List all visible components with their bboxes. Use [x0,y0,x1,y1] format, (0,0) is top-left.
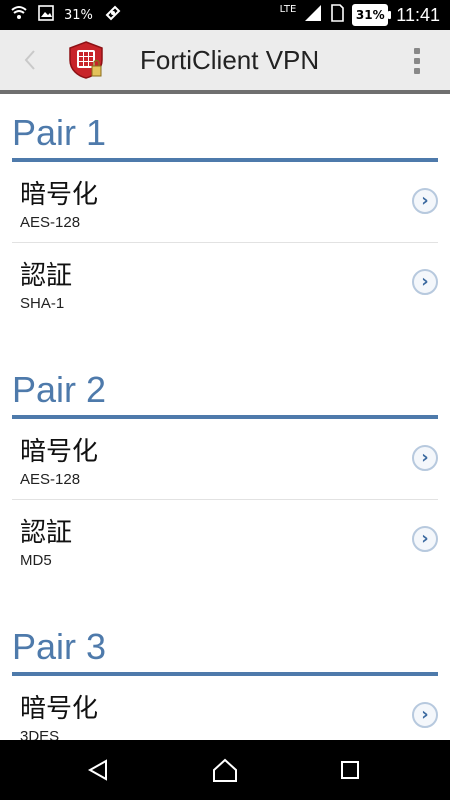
row-label: 認証 [20,261,73,291]
navigation-bar [0,740,450,800]
battery-percent-text: 31% [64,7,93,23]
status-left: 31% [10,0,123,30]
wifi-calling-icon [10,4,28,26]
row-value: 3DES [20,728,60,740]
recents-square-icon[interactable] [320,740,380,800]
back-triangle-icon[interactable] [68,740,128,800]
overflow-dot [414,58,420,64]
home-icon[interactable] [195,740,255,800]
row-label: 認証 [20,518,73,548]
row-authentication[interactable]: 認証 SHA-1 › [12,243,438,323]
chevron-left-icon[interactable] [20,45,40,75]
clock: 11:41 [396,4,440,25]
sync-icon [103,3,123,27]
overflow-menu-icon[interactable] [414,48,422,74]
status-bar: 31% LTE 31% 11:41 [0,0,450,30]
chevron-right-icon[interactable]: › [412,702,438,728]
section-title: Pair 2 [12,369,107,410]
app-bar: FortiClient VPN [0,30,450,90]
chevron-right-icon[interactable]: › [412,526,438,552]
overflow-dot [414,48,420,54]
sim-icon [330,4,345,26]
chevron-right-icon[interactable]: › [412,269,438,295]
section-pair-1: Pair 1 暗号化 AES-128 › 認証 SHA-1 › [12,94,438,323]
row-value: SHA-1 [20,295,65,312]
image-icon [38,5,54,25]
section-pair-3: Pair 3 暗号化 3DES › [12,608,438,740]
row-label: 暗号化 [20,180,99,210]
row-value: AES-128 [20,214,81,231]
network-type: LTE [279,3,297,15]
row-value: AES-128 [20,471,81,488]
row-label: 暗号化 [20,694,99,724]
settings-list[interactable]: Pair 1 暗号化 AES-128 › 認証 SHA-1 › Pair 2 暗… [0,94,450,740]
section-header: Pair 1 [12,94,438,162]
row-encryption[interactable]: 暗号化 3DES › [12,676,438,740]
app-title: FortiClient VPN [140,45,320,75]
section-header: Pair 3 [12,608,438,676]
row-encryption[interactable]: 暗号化 AES-128 › [12,419,438,500]
battery-icon: 31% [352,4,392,26]
row-label: 暗号化 [20,437,99,467]
overflow-dot [414,68,420,74]
row-authentication[interactable]: 認証 MD5 › [12,500,438,580]
section-title: Pair 1 [12,112,107,153]
chevron-right-icon[interactable]: › [412,445,438,471]
section-title: Pair 3 [12,626,107,667]
section-header: Pair 2 [12,351,438,419]
row-value: MD5 [20,552,52,569]
section-pair-2: Pair 2 暗号化 AES-128 › 認証 MD5 › [12,351,438,580]
signal-icon [304,4,322,26]
row-encryption[interactable]: 暗号化 AES-128 › [12,162,438,243]
forticlient-logo [66,40,106,80]
chevron-right-icon[interactable]: › [412,188,438,214]
status-right: LTE 31% 11:41 [280,0,440,30]
